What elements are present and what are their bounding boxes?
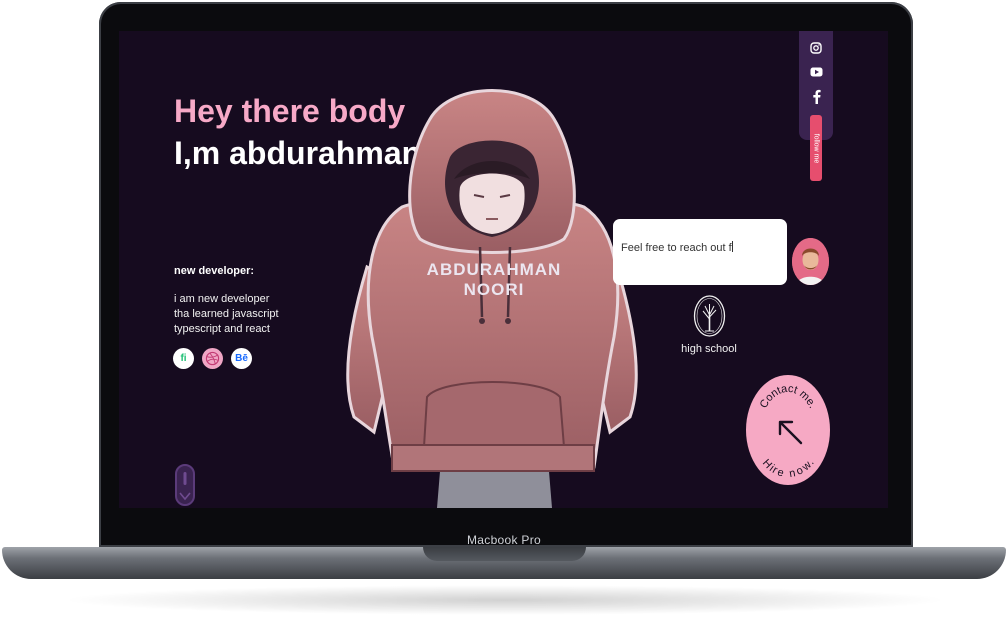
chat-input-text: Feel free to reach out f: [621, 242, 732, 254]
role-heading: new developer:: [174, 265, 255, 277]
hoodie-illustration: ABDURAHMAN NOORI: [346, 89, 638, 508]
hoodie-name-line-1: ABDURAHMAN: [427, 260, 562, 279]
behance-glyph: Bē: [235, 353, 248, 364]
education-label: high school: [681, 343, 737, 355]
facebook-glyph: [812, 89, 821, 104]
avatar-image: [792, 238, 829, 285]
laptop-notch: [423, 547, 586, 561]
facebook-icon[interactable]: [807, 88, 825, 104]
follow-me-label: follow me: [799, 123, 833, 173]
school-logo-icon: [693, 295, 726, 337]
youtube-glyph: [810, 67, 822, 77]
fiverr-glyph: fi: [180, 353, 187, 364]
laptop-shadow: [60, 585, 950, 615]
contact-me-badge: Contact me. Hire now.: [746, 375, 830, 485]
scroll-mouse-icon[interactable]: [174, 463, 196, 507]
follow-me-text: follow me: [812, 133, 820, 163]
youtube-icon[interactable]: [807, 64, 825, 80]
text-cursor: [731, 241, 733, 252]
social-links: fi Bē: [173, 348, 252, 369]
dribbble-glyph: [205, 351, 220, 366]
behance-icon[interactable]: Bē: [231, 348, 252, 369]
bio-line: i am new developer: [174, 293, 270, 305]
device-label: Macbook Pro: [467, 533, 541, 547]
avatar[interactable]: [792, 238, 829, 285]
dribbble-icon[interactable]: [202, 348, 223, 369]
bio-line: typescript and react: [174, 323, 270, 335]
fiverr-icon[interactable]: fi: [173, 348, 194, 369]
chat-input-box[interactable]: Feel free to reach out f: [613, 219, 787, 285]
instagram-icon[interactable]: [807, 40, 825, 56]
contact-me-button[interactable]: Contact me. Hire now.: [745, 374, 831, 486]
hoodie-name-line-2: NOORI: [464, 280, 525, 299]
bio-text: i am new developer tha learned javascrip…: [174, 292, 279, 337]
bio-line: tha learned javascript: [174, 308, 279, 320]
portfolio-screen: Hey there body I,m abdurahman new develo…: [119, 31, 888, 508]
instagram-glyph: [810, 42, 822, 54]
